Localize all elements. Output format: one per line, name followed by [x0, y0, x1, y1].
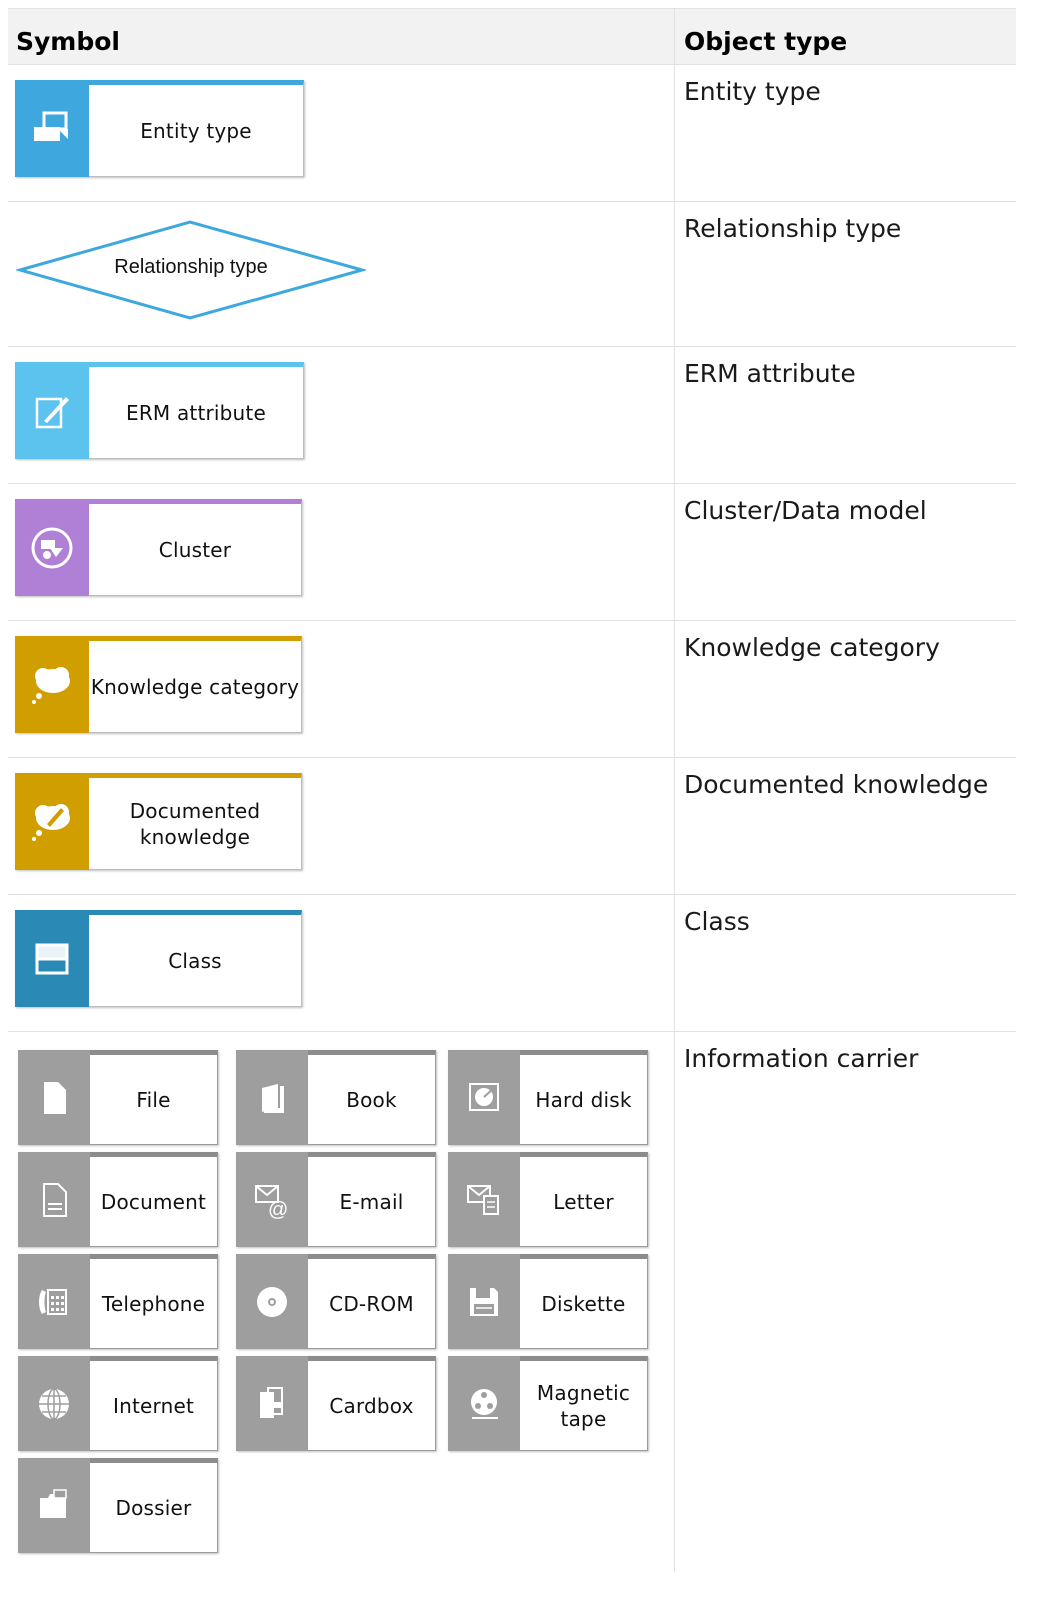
cardbox-symbol: Cardbox [236, 1356, 436, 1451]
symbol-label: Diskette [541, 1291, 626, 1316]
thought-cloud-pen-icon [15, 773, 89, 870]
symbol-label: E-mail [339, 1189, 404, 1214]
symbol-label: Relationship type [114, 256, 268, 278]
document-icon [18, 1152, 90, 1247]
thought-cloud-icon [15, 636, 89, 733]
cluster-symbol: Cluster [15, 499, 302, 596]
symbol-label: Telephone [101, 1291, 206, 1316]
table-row: Class Class [8, 895, 1016, 1032]
book-symbol: Book [236, 1050, 436, 1145]
symbol-label: Dossier [115, 1495, 192, 1520]
letter-icon [448, 1152, 520, 1247]
relationship-type-symbol: Relationship type [14, 218, 368, 322]
symbol-table: Symbol Object type Entity type Entity ty… [8, 8, 1016, 1572]
internet-symbol: Internet [18, 1356, 218, 1451]
erm-attribute-symbol: ERM attribute [15, 362, 304, 459]
class-icon [15, 910, 89, 1007]
cd-rom-icon [236, 1254, 308, 1349]
symbol-label: ERM attribute [126, 400, 266, 425]
symbol-label: Hard disk [535, 1087, 632, 1112]
object-type-text: Documented knowledge [684, 770, 989, 799]
table-row: ERM attribute ERM attribute [8, 347, 1016, 484]
svg-text:@: @ [268, 1199, 288, 1220]
object-type-text: ERM attribute [684, 359, 856, 388]
object-type-text: Relationship type [684, 214, 902, 243]
telephone-icon [18, 1254, 90, 1349]
book-icon [236, 1050, 308, 1145]
symbol-label: Internet [112, 1393, 194, 1418]
email-icon: @ [236, 1152, 308, 1247]
symbol-label: CD-ROM [329, 1291, 414, 1316]
object-type-text: Knowledge category [684, 633, 940, 662]
knowledge-category-symbol: Knowledge category [15, 636, 302, 733]
table-row: Entity type Entity type [8, 65, 1016, 202]
letter-symbol: Letter [448, 1152, 648, 1247]
symbol-label: Document [100, 1189, 207, 1214]
cluster-icon [15, 499, 89, 596]
dossier-symbol: Dossier [18, 1458, 218, 1553]
symbol-label: Entity type [140, 118, 252, 143]
cd-rom-symbol: CD-ROM [236, 1254, 436, 1349]
telephone-symbol: Telephone [18, 1254, 218, 1349]
object-type-text: Class [684, 907, 750, 936]
document-symbol: Document [18, 1152, 218, 1247]
cardbox-icon [236, 1356, 308, 1451]
magnetic-tape-icon [448, 1356, 520, 1451]
table-header: Symbol Object type [8, 8, 1016, 65]
symbol-label: Book [346, 1087, 397, 1112]
symbol-label: Letter [553, 1189, 614, 1214]
symbol-label: Documented knowledge [129, 798, 261, 849]
dossier-icon [18, 1458, 90, 1553]
table-row: Knowledge category Knowledge category [8, 621, 1016, 758]
object-type-text: Entity type [684, 77, 821, 106]
diskette-symbol: Diskette [448, 1254, 648, 1349]
symbol-label: Cluster [158, 537, 232, 562]
file-icon [18, 1050, 90, 1145]
object-type-text: Information carrier [684, 1044, 919, 1073]
table-row: Documented knowledge Documented knowledg… [8, 758, 1016, 895]
hard-disk-symbol: Hard disk [448, 1050, 648, 1145]
entity-type-icon [15, 80, 89, 177]
symbol-label: Cardbox [329, 1393, 414, 1418]
magnetic-tape-symbol: Magnetic tape [448, 1356, 648, 1451]
header-object-type: Object type [684, 27, 848, 56]
symbol-label: Knowledge category [90, 674, 300, 699]
e-mail-symbol: @ E-mail [236, 1152, 436, 1247]
documented-knowledge-symbol: Documented knowledge [15, 773, 302, 870]
class-symbol: Class [15, 910, 302, 1007]
pen-edit-icon [15, 362, 89, 459]
hard-disk-icon [448, 1050, 520, 1145]
symbol-label: Magnetic tape [536, 1380, 631, 1431]
file-symbol: File [18, 1050, 218, 1145]
table-row: Relationship type Relationship type [8, 202, 1016, 347]
entity-type-symbol: Entity type [15, 80, 304, 177]
symbol-label: File [136, 1087, 171, 1112]
globe-icon [18, 1356, 90, 1451]
table-row: Cluster Cluster/Data model [8, 484, 1016, 621]
table-row: File Book Hard disk Document @ E-mail Letter Te… [8, 1032, 1016, 1572]
symbol-label: Class [168, 948, 222, 973]
header-symbol: Symbol [16, 27, 120, 56]
diskette-icon [448, 1254, 520, 1349]
object-type-text: Cluster/Data model [684, 496, 927, 525]
